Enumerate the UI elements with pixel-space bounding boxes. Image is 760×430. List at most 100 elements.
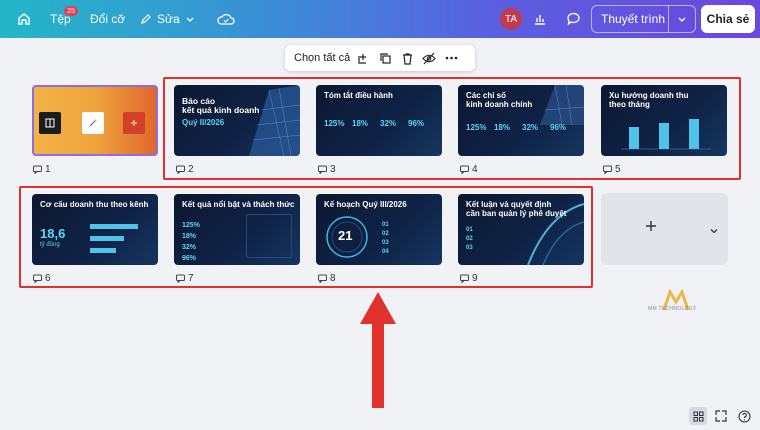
slide-number-label: 3: [318, 164, 336, 175]
comment-icon: [33, 165, 42, 174]
comment-icon: [318, 165, 327, 174]
chevron-down-icon[interactable]: [709, 223, 719, 241]
stat-value: 125%: [182, 222, 200, 229]
top-bar: Tệp 25 Đổi cỡ Sửa TA Thuyết trình Chia s…: [0, 0, 760, 38]
help-icon[interactable]: [735, 407, 753, 425]
slide-number-label: 1: [33, 164, 51, 175]
duplicate-icon[interactable]: [374, 45, 396, 71]
hide-icon[interactable]: [418, 45, 440, 71]
slide-title: Tóm tắt điều hành: [324, 91, 393, 100]
add-icon: [123, 112, 145, 134]
chevron-down-icon: [186, 17, 194, 22]
slide-number-label: 4: [460, 164, 478, 175]
slide-thumbnail[interactable]: Cơ cấu doanh thu theo kênh 18,6 tỷ đồng: [32, 194, 158, 265]
edit-menu-button[interactable]: Sửa: [140, 0, 195, 38]
slide-title: Kết quả nổi bật và thách thức: [182, 200, 295, 209]
stats-row: 125% 18% 32% 96%: [324, 119, 426, 128]
decision-item-number: 02: [466, 236, 473, 242]
plus-icon: [645, 219, 657, 237]
comment-button[interactable]: [560, 6, 586, 32]
building-graphic: [249, 85, 300, 156]
slide-number: 9: [472, 273, 478, 284]
stat-value: 18%: [182, 233, 197, 240]
slide-number-label: 8: [318, 273, 336, 284]
stat-value: 18%: [494, 123, 511, 132]
slide-thumbnail[interactable]: Các chỉ số kinh doanh chính 125% 18% 32%…: [458, 85, 584, 156]
insights-button[interactable]: [527, 6, 553, 32]
bar-chart-graphic: [621, 119, 711, 150]
stat-value: 96%: [550, 123, 567, 132]
comment-icon: [176, 165, 185, 174]
select-all-button[interactable]: Chọn tất cả: [294, 52, 352, 64]
comment-icon: [33, 274, 42, 283]
big-value: 21: [338, 228, 353, 243]
slide-number: 4: [472, 164, 478, 175]
plan-item-number: 03: [382, 240, 389, 246]
slide-thumbnail[interactable]: Tóm tắt điều hành 125% 18% 32% 96%: [316, 85, 442, 156]
comment-icon: [460, 165, 469, 174]
plan-item-number: 02: [382, 231, 389, 237]
stats-column: 125% 18% 32% 96%: [182, 222, 200, 262]
plan-item-number: 04: [382, 249, 389, 255]
fullscreen-icon[interactable]: [712, 407, 730, 425]
comment-icon: [603, 165, 612, 174]
cloud-sync-icon[interactable]: [217, 0, 235, 38]
stat-value: 32%: [380, 119, 397, 128]
decision-item-number: 01: [466, 227, 473, 233]
grid-view-icon[interactable]: [689, 407, 707, 425]
stat-value: 18%: [352, 119, 369, 128]
slide-subtitle: Quý II/2026: [182, 118, 225, 127]
stats-row: 125% 18% 32% 96%: [466, 123, 568, 132]
slide-title: Cơ cấu doanh thu theo kênh: [40, 200, 149, 209]
plan-items: 01 02 03 04: [382, 222, 389, 255]
slide-number: 3: [330, 164, 336, 175]
stat-value: 125%: [466, 123, 487, 132]
slide-thumbnail[interactable]: Xu hướng doanh thu theo tháng: [601, 85, 727, 156]
stat-value: 96%: [408, 119, 425, 128]
slide-number: 7: [188, 273, 194, 284]
resize-button[interactable]: Đổi cỡ: [90, 0, 125, 38]
slide-thumbnail[interactable]: Kết luận và quyết định cần ban quản lý p…: [458, 194, 584, 265]
challenges-panel: [246, 214, 292, 258]
user-avatar[interactable]: TA: [500, 8, 522, 30]
magic-icon: [82, 112, 104, 134]
stat-value: 125%: [324, 119, 345, 128]
layout-icon: [39, 112, 61, 134]
slide-thumbnail[interactable]: [32, 85, 158, 156]
slide-number-label: 9: [460, 273, 478, 284]
present-button[interactable]: Thuyết trình: [591, 5, 696, 33]
slide-thumbnail[interactable]: Báo cáo kết quả kinh doanh Quý II/2026: [174, 85, 300, 156]
red-arrow-annotation: [360, 292, 396, 408]
big-value-unit: tỷ đồng: [40, 242, 60, 248]
edit-label: Sửa: [157, 12, 180, 26]
more-options-icon[interactable]: [440, 45, 462, 71]
comment-icon: [460, 274, 469, 283]
plan-item-number: 01: [382, 222, 389, 228]
share-button[interactable]: Chia sẻ: [701, 5, 755, 33]
slide-number-label: 7: [176, 273, 194, 284]
decision-items: 01 02 03: [466, 227, 473, 251]
slide-number: 6: [45, 273, 51, 284]
slide-number-label: 5: [603, 164, 621, 175]
add-slide-button[interactable]: [601, 193, 728, 265]
slide-thumbnail[interactable]: Kế hoạch Quý III/2026 21 01 02 03 04: [316, 194, 442, 265]
notification-badge: 25: [64, 6, 78, 16]
building-graphic: [540, 85, 584, 125]
pencil-icon: [141, 14, 151, 24]
stat-value: 32%: [522, 123, 539, 132]
slide-number-label: 2: [176, 164, 194, 175]
slide-number: 1: [45, 164, 51, 175]
slide-title: Các chỉ số kinh doanh chính: [466, 91, 533, 109]
add-page-icon[interactable]: [352, 45, 374, 71]
home-icon[interactable]: [14, 0, 34, 38]
slide-thumbnail[interactable]: Kết quả nổi bật và thách thức 125% 18% 3…: [174, 194, 300, 265]
slide-title: Báo cáo kết quả kinh doanh: [182, 96, 260, 116]
comment-icon: [566, 12, 580, 26]
slide-number: 2: [188, 164, 194, 175]
big-value: 18,6: [40, 226, 66, 241]
slide-number: 8: [330, 273, 336, 284]
selection-toolbar: Chọn tất cả: [285, 45, 475, 71]
trash-icon[interactable]: [396, 45, 418, 71]
logo-text: MM TECHNOLOGY: [648, 306, 697, 312]
chevron-down-icon[interactable]: [669, 14, 695, 24]
